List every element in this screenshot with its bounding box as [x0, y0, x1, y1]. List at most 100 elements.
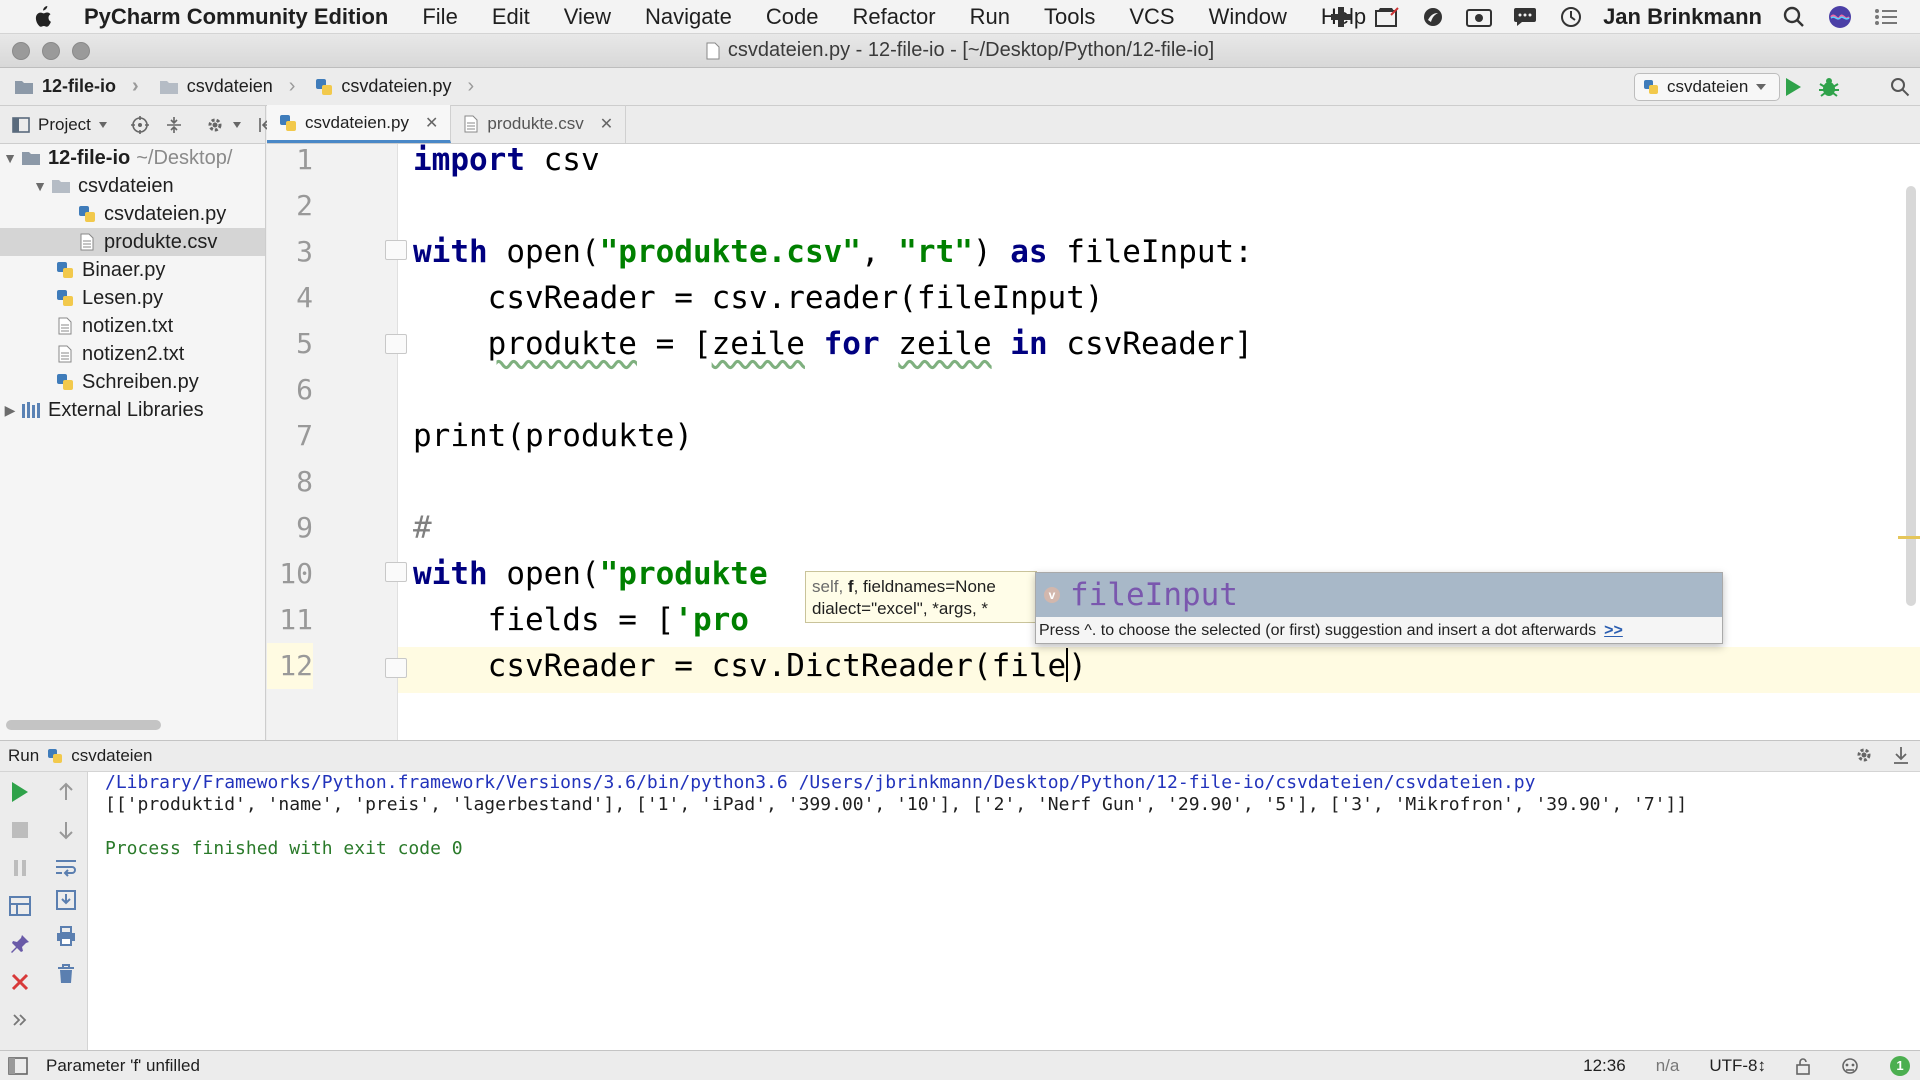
- tree-item-project-root[interactable]: ▼ 12-file-io ~/Desktop/: [0, 144, 265, 172]
- folder-icon: [159, 79, 179, 95]
- inspector-icon[interactable]: [1840, 1056, 1860, 1076]
- menu-edit[interactable]: Edit: [475, 4, 547, 30]
- chat-status-icon[interactable]: [1511, 3, 1539, 31]
- menu-window[interactable]: Window: [1192, 4, 1304, 30]
- stop-icon[interactable]: [6, 816, 34, 844]
- camera-status-icon[interactable]: [1465, 3, 1493, 31]
- plus-status-icon[interactable]: [1327, 3, 1355, 31]
- text-caret: [1066, 648, 1069, 682]
- more-actions-icon[interactable]: [6, 1006, 34, 1034]
- tree-item-lesen-py[interactable]: Lesen.py: [0, 284, 265, 312]
- scroll-to-end-icon[interactable]: [52, 886, 80, 914]
- collapsed-arrow-icon[interactable]: ▶: [0, 402, 20, 419]
- apple-menu[interactable]: [0, 5, 84, 29]
- collapse-all-icon[interactable]: [165, 116, 183, 134]
- python-file-icon: [54, 372, 76, 392]
- run-icon[interactable]: [1784, 77, 1802, 97]
- pause-icon[interactable]: [6, 854, 34, 882]
- editor-vertical-scrollbar[interactable]: [1906, 186, 1916, 606]
- breadcrumb-project[interactable]: 12-file-io ›: [0, 75, 145, 98]
- breadcrumb-file[interactable]: csvdateien.py ›: [301, 75, 480, 98]
- menu-navigate[interactable]: Navigate: [628, 4, 749, 30]
- lock-icon[interactable]: [1796, 1057, 1810, 1075]
- menu-refactor[interactable]: Refactor: [835, 4, 952, 30]
- scroll-up-icon[interactable]: [52, 778, 80, 806]
- close-icon[interactable]: ✕: [600, 114, 613, 134]
- expand-arrow-icon[interactable]: ▼: [0, 150, 20, 166]
- soft-wrap-icon[interactable]: [52, 854, 80, 882]
- menu-view[interactable]: View: [547, 4, 628, 30]
- notification-center-icon[interactable]: [1872, 3, 1900, 31]
- tree-item-csvdateien-py[interactable]: csvdateien.py: [0, 200, 265, 228]
- tree-item-schreiben-py[interactable]: Schreiben.py: [0, 368, 265, 396]
- menu-code[interactable]: Code: [749, 4, 836, 30]
- project-view-select[interactable]: Project: [38, 115, 91, 135]
- print-icon[interactable]: [52, 922, 80, 950]
- expand-arrow-icon[interactable]: ▼: [30, 178, 50, 194]
- rerun-icon[interactable]: [6, 778, 34, 806]
- user-name[interactable]: Jan Brinkmann: [1603, 4, 1762, 30]
- file-icon: [706, 42, 720, 60]
- code-editor[interactable]: 1 2 3 4 5 6 7 8 9 10 11 12 import csv wi…: [267, 144, 1920, 740]
- line-number: 5: [296, 327, 313, 360]
- pin-tab-icon[interactable]: [6, 930, 34, 958]
- swirl-status-icon[interactable]: [1419, 3, 1447, 31]
- search-everywhere-icon[interactable]: [1890, 77, 1910, 97]
- code-line: print(produkte): [413, 418, 693, 454]
- chevron-right-icon: ›: [132, 75, 139, 97]
- breadcrumb-label: 12-file-io: [42, 76, 117, 96]
- file-encoding[interactable]: UTF-8↕: [1709, 1056, 1766, 1076]
- event-log-badge[interactable]: 1: [1890, 1056, 1910, 1076]
- tree-item-external-libraries[interactable]: ▶ External Libraries: [0, 396, 265, 424]
- code-line: csvReader = csv.DictReader(file): [413, 648, 1087, 684]
- error-stripe-marker[interactable]: [1898, 536, 1920, 539]
- line-separator[interactable]: n/a: [1656, 1056, 1680, 1076]
- gear-icon[interactable]: [1854, 745, 1874, 765]
- tree-item-notizen2-txt[interactable]: notizen2.txt: [0, 340, 265, 368]
- run-panel-title[interactable]: Run: [8, 746, 39, 766]
- tree-item-produkte-csv[interactable]: produkte.csv: [0, 228, 265, 256]
- restore-layout-icon[interactable]: [6, 892, 34, 920]
- time-machine-icon[interactable]: [1557, 3, 1585, 31]
- close-run-icon[interactable]: [6, 968, 34, 996]
- tab-csvdateien-py[interactable]: csvdateien.py ✕: [267, 105, 452, 143]
- horizontal-scrollbar[interactable]: [6, 720, 161, 730]
- run-configuration-select[interactable]: csvdateien: [1634, 73, 1780, 101]
- menu-file[interactable]: File: [405, 4, 474, 30]
- debug-icon[interactable]: [1818, 76, 1840, 98]
- locate-file-icon[interactable]: [130, 115, 149, 134]
- tab-produkte-csv[interactable]: produkte.csv ✕: [451, 105, 627, 143]
- scroll-down-icon[interactable]: [52, 816, 80, 844]
- fold-marker[interactable]: [385, 240, 407, 260]
- tree-item-csvdateien-folder[interactable]: ▼ csvdateien: [0, 172, 265, 200]
- siri-icon[interactable]: [1826, 3, 1854, 31]
- run-panel-config[interactable]: csvdateien: [71, 746, 152, 766]
- menu-vcs[interactable]: VCS: [1112, 4, 1191, 30]
- tree-item-binaer-py[interactable]: Binaer.py: [0, 256, 265, 284]
- fold-marker[interactable]: [385, 658, 407, 678]
- fold-marker[interactable]: [385, 334, 407, 354]
- search-icon[interactable]: [1780, 3, 1808, 31]
- line-number: 10: [279, 557, 313, 590]
- menu-run[interactable]: Run: [953, 4, 1027, 30]
- zoom-window-button[interactable]: [72, 42, 90, 60]
- chevron-right-icon: ›: [467, 75, 475, 97]
- menu-tools[interactable]: Tools: [1027, 4, 1112, 30]
- gear-icon[interactable]: [205, 115, 225, 135]
- close-window-button[interactable]: [12, 42, 30, 60]
- minimize-window-button[interactable]: [42, 42, 60, 60]
- hide-panel-icon[interactable]: [1892, 745, 1910, 765]
- app-name-menu[interactable]: PyCharm Community Edition: [84, 4, 405, 30]
- run-console-output[interactable]: /Library/Frameworks/Python.framework/Ver…: [88, 772, 1920, 1050]
- completion-item[interactable]: v fileInput: [1036, 573, 1722, 617]
- breadcrumb-folder[interactable]: csvdateien ›: [145, 75, 302, 98]
- capture-status-icon[interactable]: [1373, 3, 1401, 31]
- fold-marker[interactable]: [385, 562, 407, 582]
- tree-item-notizen-txt[interactable]: notizen.txt: [0, 312, 265, 340]
- tool-windows-toggle-icon[interactable]: [8, 1057, 28, 1075]
- close-icon[interactable]: ✕: [425, 113, 438, 133]
- caret-position[interactable]: 12:36: [1583, 1056, 1626, 1076]
- trash-icon[interactable]: [52, 960, 80, 988]
- completion-more-link[interactable]: >>: [1604, 622, 1623, 639]
